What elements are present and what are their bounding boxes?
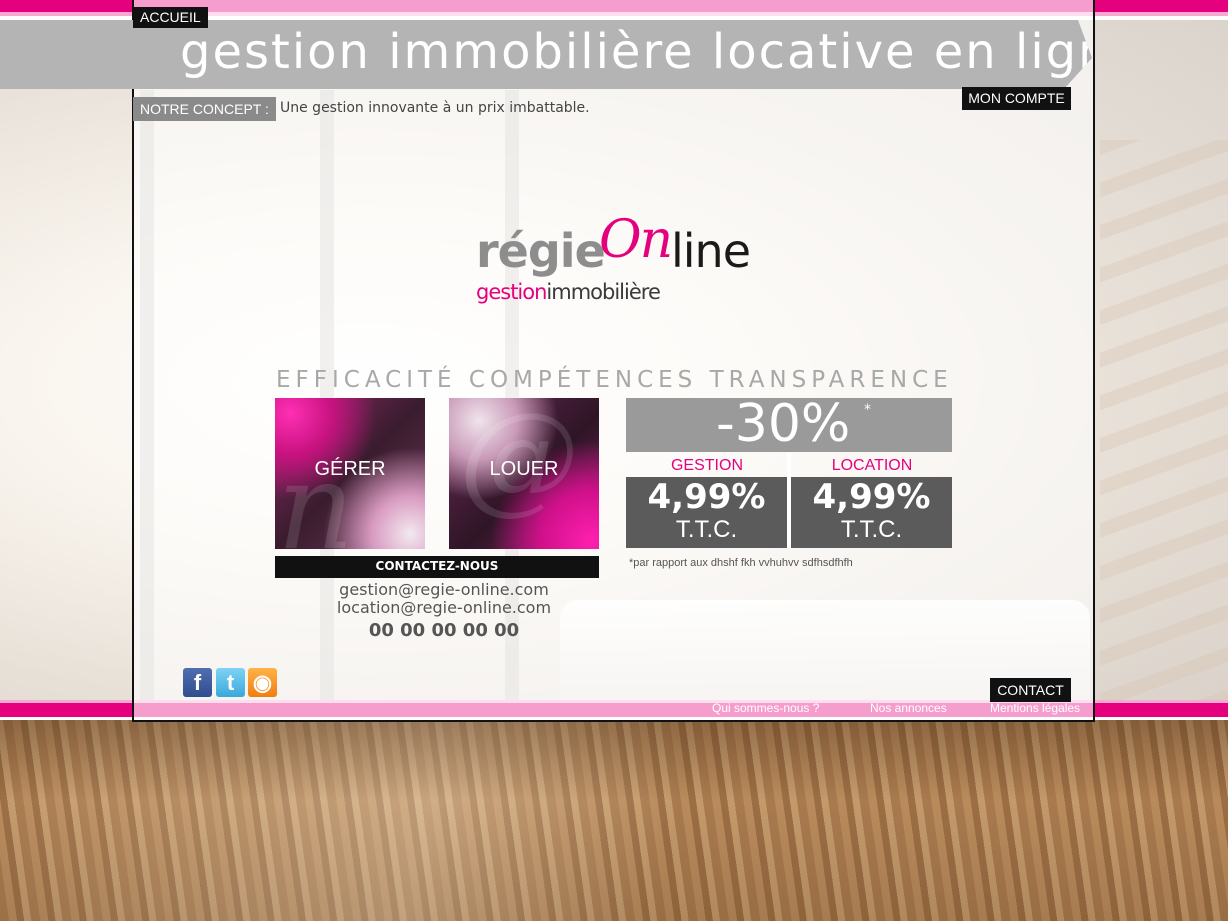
manage-tile-label: GÉRER xyxy=(314,458,386,480)
on-logo-watermark-icon: n xyxy=(277,438,355,549)
nav-home-tab[interactable]: ACCUEIL xyxy=(133,7,208,28)
my-account-button[interactable]: MON COMPTE xyxy=(962,87,1071,110)
logo-tagline-gestion: gestion xyxy=(476,280,547,304)
discount-banner: -30% * xyxy=(626,394,952,454)
rent-tile[interactable]: @ LOUER xyxy=(449,398,599,549)
rent-tile-label: LOUER xyxy=(489,458,559,480)
rss-icon[interactable]: ◉ xyxy=(248,668,277,697)
logo-part-on: On xyxy=(599,210,673,270)
values-line: EFFICACITÉ COMPÉTENCES TRANSPARENCE xyxy=(276,367,953,393)
offer-label-location: LOCATION xyxy=(831,457,913,474)
twitter-glyph: t xyxy=(226,670,235,695)
contact-button[interactable]: CONTACT xyxy=(990,678,1071,702)
logo-tagline-immobiliere: immobilière xyxy=(546,280,660,304)
facebook-glyph: f xyxy=(193,670,202,695)
rss-glyph: ◉ xyxy=(252,670,273,695)
background-floor-shadow xyxy=(0,720,1228,921)
phone-number: 00 00 00 00 00 xyxy=(368,620,520,641)
offer-suffix-location: T.T.C. xyxy=(840,516,903,543)
offer-box-location: 4,99% T.T.C. xyxy=(791,477,952,548)
discount-value: -30% xyxy=(716,394,851,454)
footer-link-listings[interactable]: Nos annonces xyxy=(870,701,947,715)
offer-suffix-gestion: T.T.C. xyxy=(675,516,738,543)
footer-link-about[interactable]: Qui sommes-nous ? xyxy=(712,701,819,715)
discount-asterisk: * xyxy=(864,402,871,418)
facebook-icon[interactable]: f xyxy=(183,668,212,697)
background-staircase xyxy=(1100,140,1228,700)
logo-part-regie: régie xyxy=(476,224,606,278)
logo-part-line: line xyxy=(671,224,751,278)
offer-box-gestion: 4,99% T.T.C. xyxy=(626,477,787,548)
offer-rate-location: 4,99% xyxy=(812,477,931,517)
promo-footnote: *par rapport aux dhshf fkh vvhuhvv sdfhs… xyxy=(629,557,853,569)
contact-us-bar[interactable]: CONTACTEZ-NOUS xyxy=(275,556,599,578)
offer-rate-gestion: 4,99% xyxy=(647,477,766,517)
title-banner: gestion immobilière locative en ligne xyxy=(0,20,1092,89)
regie-online-logo[interactable]: régie On line gestionimmobilière xyxy=(476,210,756,310)
offer-label-gestion: GESTION xyxy=(670,457,743,474)
page-title: gestion immobilière locative en ligne xyxy=(180,24,1143,80)
footer-link-legal[interactable]: Mentions légales xyxy=(990,701,1080,715)
email-rental-link[interactable]: location@regie-online.com xyxy=(275,598,613,617)
twitter-icon[interactable]: t xyxy=(216,668,245,697)
concept-label: NOTRE CONCEPT : xyxy=(133,97,276,121)
concept-text: Une gestion innovante à un prix imbattab… xyxy=(280,100,590,116)
logo-tagline: gestionimmobilière xyxy=(476,280,661,304)
email-management-link[interactable]: gestion@regie-online.com xyxy=(275,580,613,599)
manage-tile[interactable]: n GÉRER xyxy=(275,398,425,549)
